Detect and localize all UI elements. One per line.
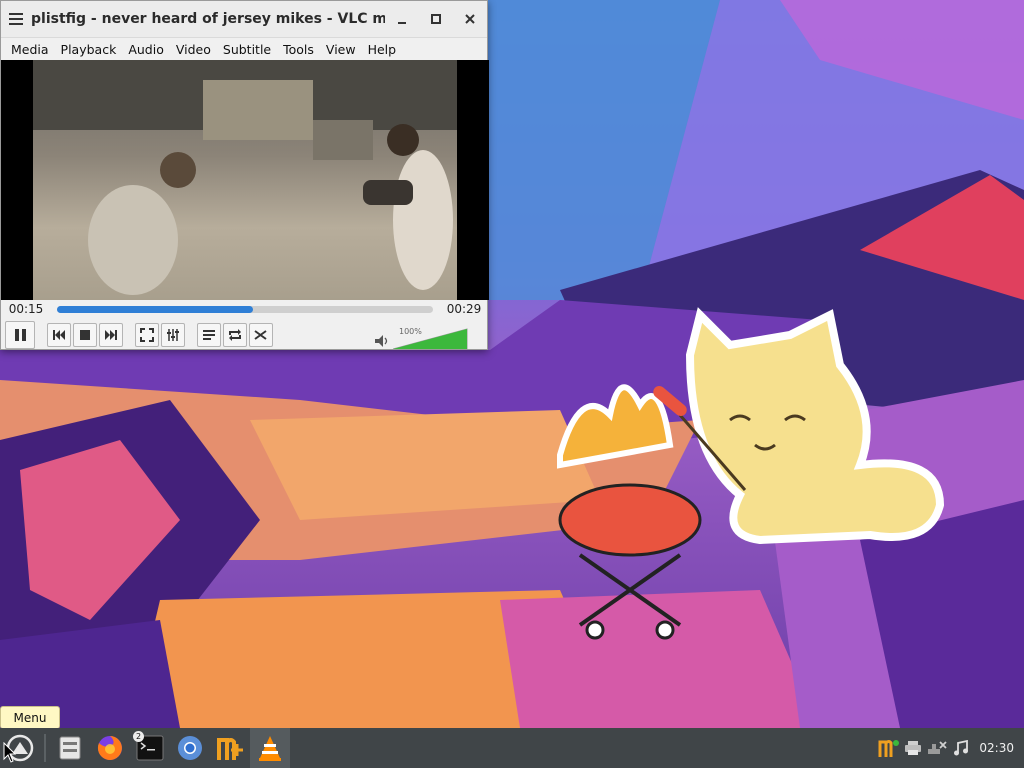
volume-icon[interactable]: [373, 333, 389, 349]
loop-icon: [229, 329, 241, 341]
shuffle-button[interactable]: [249, 323, 273, 347]
firefox-button[interactable]: [90, 728, 130, 768]
terminal-badge: 2: [133, 731, 144, 742]
next-button[interactable]: [99, 323, 123, 347]
fullscreen-button[interactable]: [135, 323, 159, 347]
mouse-cursor-icon: [3, 742, 17, 763]
terminal-button[interactable]: 2: [130, 728, 170, 768]
extended-settings-button[interactable]: [161, 323, 185, 347]
seek-progress: [57, 305, 253, 313]
file-manager-button[interactable]: [50, 728, 90, 768]
menu-help[interactable]: Help: [362, 42, 403, 57]
volume-slider[interactable]: [393, 328, 469, 350]
menu-tools[interactable]: Tools: [277, 42, 320, 57]
audio-icon: [954, 740, 969, 756]
playlist-icon: [203, 330, 215, 340]
window-menu-icon[interactable]: [1, 12, 31, 26]
menu-playback[interactable]: Playback: [55, 42, 123, 57]
firefox-icon: [97, 736, 122, 760]
system-tray: 02:30: [877, 728, 1024, 768]
total-time: 00:29: [446, 302, 482, 316]
notepadqq-tray-icon: [878, 740, 900, 757]
clock[interactable]: 02:30: [979, 741, 1014, 755]
seek-row: 00:15 00:29: [1, 300, 489, 318]
notepadqq-button[interactable]: [210, 728, 250, 768]
pause-icon: [15, 329, 26, 341]
vlc-window[interactable]: plistfig - never heard of jersey mikes -…: [0, 0, 489, 351]
window-titlebar[interactable]: plistfig - never heard of jersey mikes -…: [1, 1, 487, 38]
previous-icon: [53, 330, 65, 340]
menu-view[interactable]: View: [320, 42, 362, 57]
taskbar: 2 02:30: [0, 728, 1024, 768]
notepadqq-icon: [217, 738, 243, 760]
cat-grill-sticker: [557, 307, 945, 640]
maximize-icon[interactable]: [419, 1, 453, 37]
close-icon[interactable]: [453, 1, 487, 37]
menu-media[interactable]: Media: [5, 42, 55, 57]
printer-icon: [905, 741, 922, 755]
vlc-button[interactable]: [250, 728, 290, 768]
menu-subtitle[interactable]: Subtitle: [217, 42, 277, 57]
network-disconnected-icon: [928, 741, 948, 754]
extended-settings-icon: [167, 329, 179, 341]
shuffle-icon: [254, 330, 267, 340]
chromium-button[interactable]: [170, 728, 210, 768]
video-area[interactable]: [1, 60, 489, 300]
fullscreen-icon: [140, 328, 154, 342]
elapsed-time: 00:15: [8, 302, 44, 316]
volume-control[interactable]: 100%: [373, 323, 483, 351]
playlist-button[interactable]: [197, 323, 221, 347]
menubar: Media Playback Audio Video Subtitle Tool…: [1, 38, 487, 60]
window-title: plistfig - never heard of jersey mikes -…: [31, 11, 385, 27]
minimize-icon[interactable]: [385, 1, 419, 37]
pause-button[interactable]: [5, 321, 35, 349]
loop-button[interactable]: [223, 323, 247, 347]
audio-button[interactable]: [949, 728, 973, 768]
menu-audio[interactable]: Audio: [122, 42, 170, 57]
network-button[interactable]: [925, 728, 949, 768]
menu-tooltip: Menu: [0, 706, 60, 729]
menu-video[interactable]: Video: [170, 42, 217, 57]
vlc-icon: [259, 736, 281, 761]
file-manager-icon: [59, 736, 81, 760]
previous-button[interactable]: [47, 323, 71, 347]
seek-slider[interactable]: [57, 305, 433, 313]
video-frame: [33, 60, 457, 300]
taskbar-separator: [44, 734, 46, 762]
stop-icon: [80, 330, 90, 340]
notepadqq-tray-button[interactable]: [877, 728, 901, 768]
stop-button[interactable]: [73, 323, 97, 347]
printer-button[interactable]: [901, 728, 925, 768]
chromium-icon: [178, 736, 202, 760]
next-icon: [105, 330, 117, 340]
